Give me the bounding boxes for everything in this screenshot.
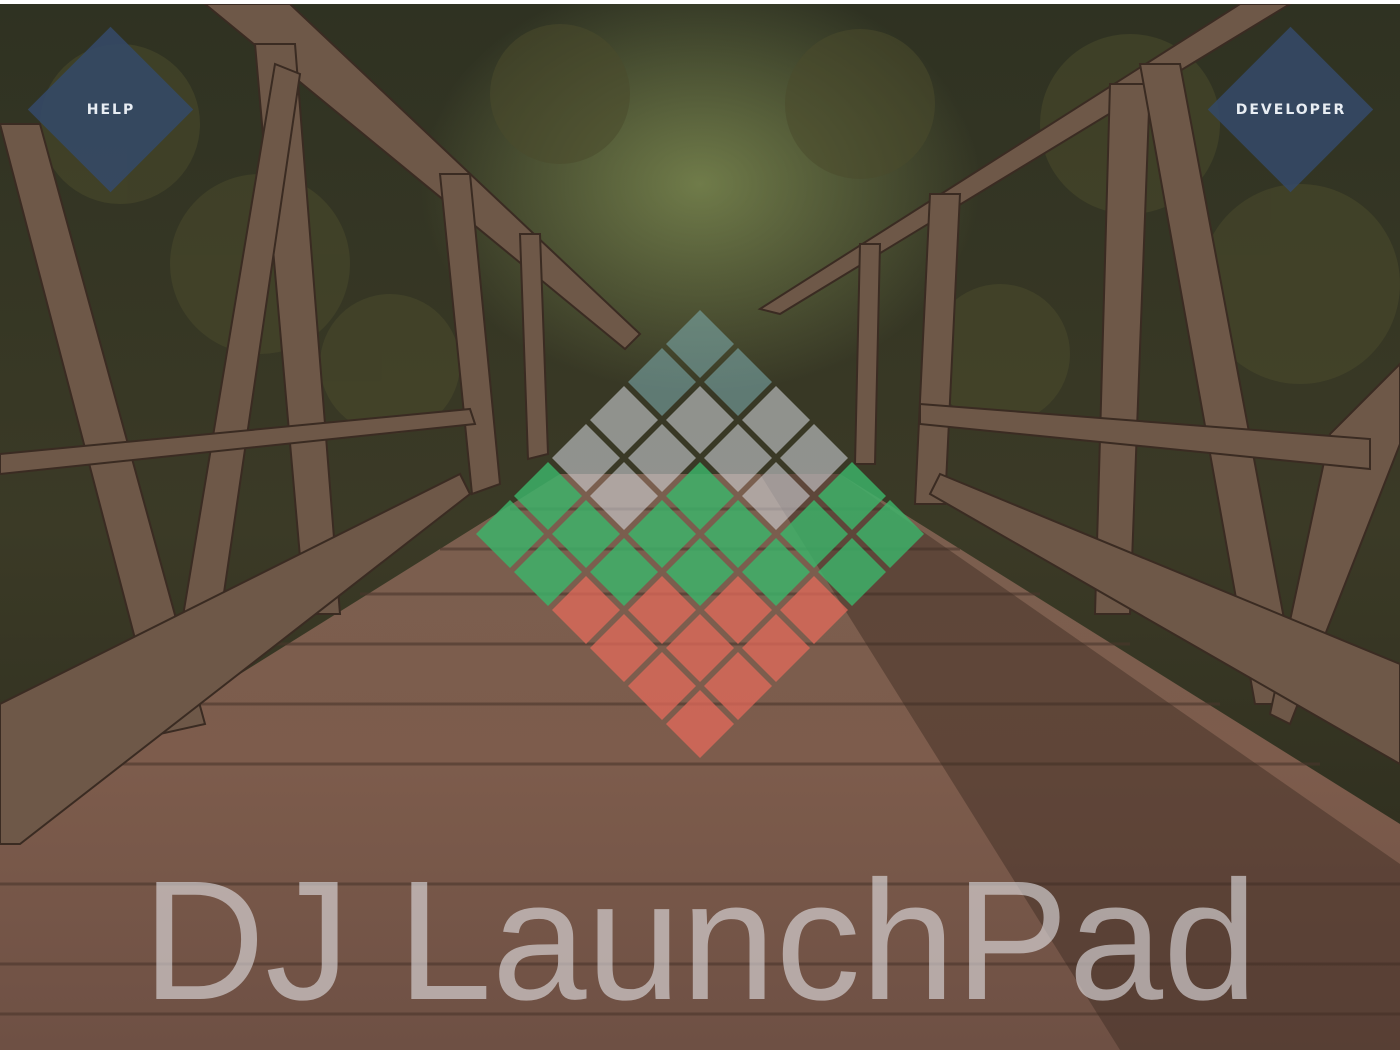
- launch-screen: HELP DEVELOPER DJ LaunchPad: [0, 4, 1400, 1050]
- developer-button[interactable]: DEVELOPER: [1207, 26, 1374, 193]
- developer-button-label: DEVELOPER: [1235, 102, 1347, 118]
- help-button-label: HELP: [86, 102, 136, 118]
- help-button[interactable]: HELP: [27, 26, 194, 193]
- app-title: DJ LaunchPad: [142, 846, 1258, 1036]
